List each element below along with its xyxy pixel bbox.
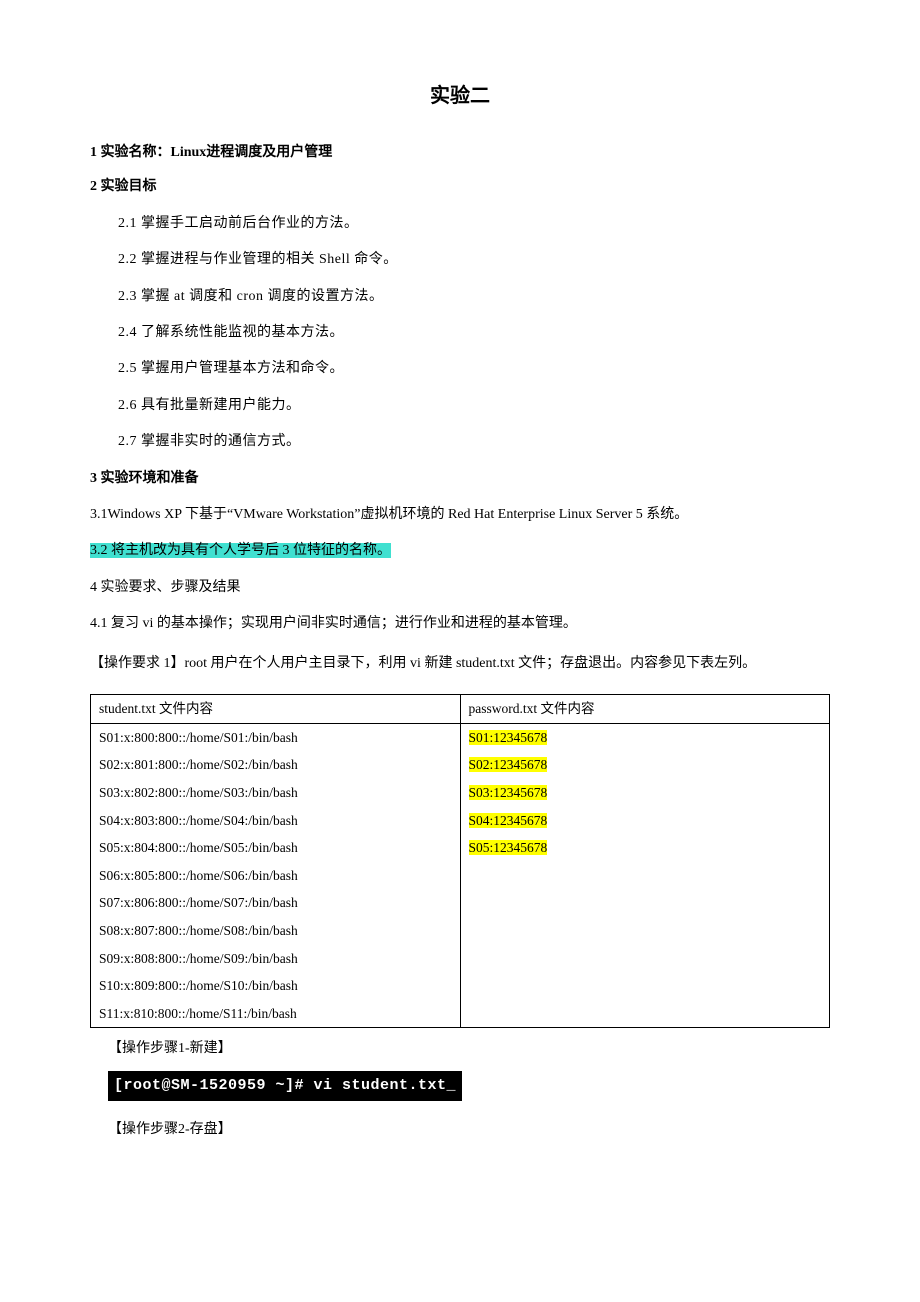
password-cell-empty: [460, 889, 830, 917]
student-line: S07:x:806:800::/home/S07:/bin/bash: [91, 889, 461, 917]
highlight-hostname-note: 3.2 将主机改为具有个人学号后 3 位特征的名称。: [90, 543, 391, 558]
student-line: S02:x:801:800::/home/S02:/bin/bash: [91, 751, 461, 779]
goal-item: 2.7 掌握非实时的通信方式。: [118, 431, 830, 453]
page-title: 实验二: [90, 80, 830, 112]
goal-item: 2.2 掌握进程与作业管理的相关 Shell 命令。: [118, 249, 830, 271]
password-line: S05:12345678: [460, 834, 830, 862]
password-cell-empty: [460, 945, 830, 973]
student-line: S03:x:802:800::/home/S03:/bin/bash: [91, 779, 461, 807]
password-cell-empty: [460, 972, 830, 1000]
goal-item: 2.6 具有批量新建用户能力。: [118, 395, 830, 417]
operation-requirement-1: 【操作要求 1】root 用户在个人用户主目录下，利用 vi 新建 studen…: [90, 649, 830, 680]
requirement-4-1: 4.1 复习 vi 的基本操作；实现用户间非实时通信；进行作业和进程的基本管理。: [90, 613, 830, 635]
student-line: S08:x:807:800::/home/S08:/bin/bash: [91, 917, 461, 945]
student-line: S01:x:800:800::/home/S01:/bin/bash: [91, 723, 461, 751]
section-3-heading: 3 实验环境和准备: [90, 468, 830, 490]
env-text-2: 3.2 将主机改为具有个人学号后 3 位特征的名称。: [90, 540, 830, 562]
files-table: student.txt 文件内容 password.txt 文件内容 S01:x…: [90, 694, 830, 1028]
password-line: S03:12345678: [460, 779, 830, 807]
password-cell-empty: [460, 862, 830, 890]
step-1-label: 【操作步骤1-新建】: [108, 1038, 830, 1060]
goal-item: 2.3 掌握 at 调度和 cron 调度的设置方法。: [118, 286, 830, 308]
student-line: S09:x:808:800::/home/S09:/bin/bash: [91, 945, 461, 973]
table-header-right: password.txt 文件内容: [460, 695, 830, 724]
password-line: S01:12345678: [460, 723, 830, 751]
section-4-heading: 4 实验要求、步骤及结果: [90, 577, 830, 599]
student-line: S06:x:805:800::/home/S06:/bin/bash: [91, 862, 461, 890]
goal-item: 2.4 了解系统性能监视的基本方法。: [118, 322, 830, 344]
goal-item: 2.5 掌握用户管理基本方法和命令。: [118, 358, 830, 380]
student-line: S11:x:810:800::/home/S11:/bin/bash: [91, 1000, 461, 1028]
password-line: S02:12345678: [460, 751, 830, 779]
terminal-output-1: [root@SM-1520959 ~]# vi student.txt_: [108, 1071, 462, 1101]
password-cell-empty: [460, 917, 830, 945]
step-2-label: 【操作步骤2-存盘】: [108, 1119, 830, 1141]
table-header-left: student.txt 文件内容: [91, 695, 461, 724]
password-cell-empty: [460, 1000, 830, 1028]
student-line: S05:x:804:800::/home/S05:/bin/bash: [91, 834, 461, 862]
student-line: S10:x:809:800::/home/S10:/bin/bash: [91, 972, 461, 1000]
section-2-heading: 2 实验目标: [90, 176, 830, 198]
goal-item: 2.1 掌握手工启动前后台作业的方法。: [118, 213, 830, 235]
section-1-heading: 1 实验名称：Linux进程调度及用户管理: [90, 142, 830, 164]
student-line: S04:x:803:800::/home/S04:/bin/bash: [91, 807, 461, 835]
password-line: S04:12345678: [460, 807, 830, 835]
env-text-1: 3.1Windows XP 下基于“VMware Workstation”虚拟机…: [90, 504, 830, 526]
